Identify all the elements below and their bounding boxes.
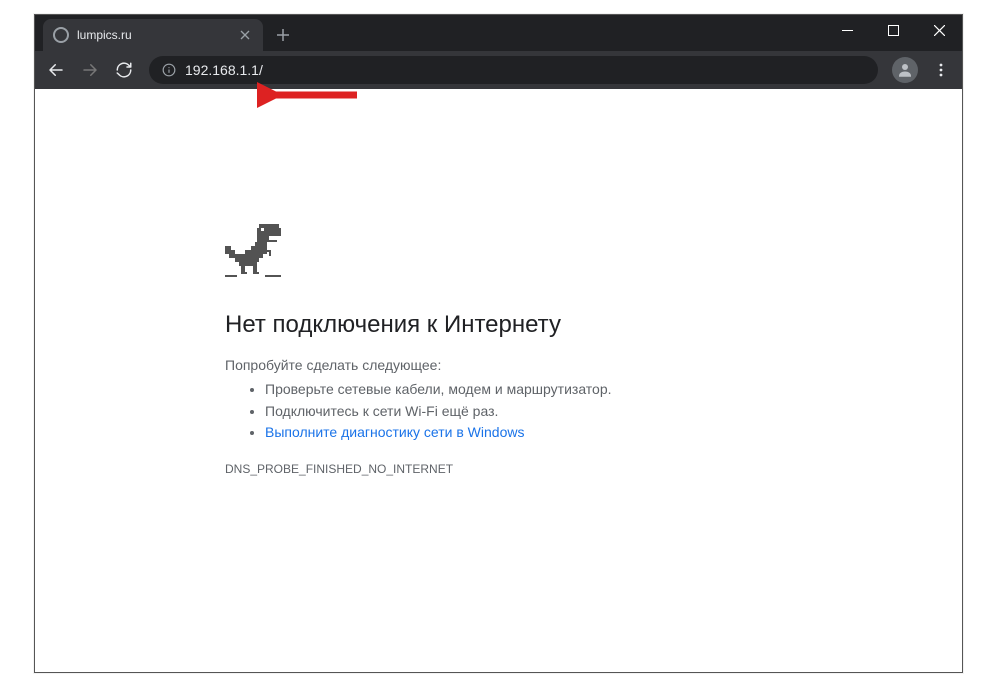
- reload-button[interactable]: [109, 55, 139, 85]
- error-page: Нет подключения к Интернету Попробуйте с…: [225, 224, 765, 476]
- forward-button[interactable]: [75, 55, 105, 85]
- window-controls: [824, 15, 962, 45]
- url-text: 192.168.1.1/: [185, 62, 263, 78]
- close-tab-icon[interactable]: [237, 27, 253, 43]
- globe-icon: [53, 27, 69, 43]
- page-content: Нет подключения к Интернету Попробуйте с…: [35, 89, 962, 672]
- menu-button[interactable]: [926, 55, 956, 85]
- error-code: DNS_PROBE_FINISHED_NO_INTERNET: [225, 462, 765, 476]
- error-title: Нет подключения к Интернету: [225, 311, 765, 339]
- diagnostics-link[interactable]: Выполните диагностику сети в Windows: [265, 424, 524, 440]
- error-suggestions: Проверьте сетевые кабели, модем и маршру…: [225, 379, 765, 444]
- tab-title: lumpics.ru: [77, 28, 229, 42]
- list-item: Выполните диагностику сети в Windows: [265, 422, 765, 444]
- new-tab-button[interactable]: [269, 21, 297, 49]
- back-button[interactable]: [41, 55, 71, 85]
- dino-icon[interactable]: [225, 224, 765, 283]
- list-item: Подключитесь к сети Wi-Fi ещё раз.: [265, 401, 765, 423]
- list-item: Проверьте сетевые кабели, модем и маршру…: [265, 379, 765, 401]
- close-window-button[interactable]: [916, 15, 962, 45]
- profile-avatar[interactable]: [892, 57, 918, 83]
- browser-tab[interactable]: lumpics.ru: [43, 19, 263, 51]
- site-info-icon[interactable]: [161, 62, 177, 78]
- maximize-button[interactable]: [870, 15, 916, 45]
- browser-window: lumpics.ru: [34, 14, 963, 673]
- titlebar: lumpics.ru: [35, 15, 962, 51]
- address-bar[interactable]: 192.168.1.1/: [149, 56, 878, 84]
- error-subtitle: Попробуйте сделать следующее:: [225, 357, 765, 373]
- minimize-button[interactable]: [824, 15, 870, 45]
- toolbar: 192.168.1.1/: [35, 51, 962, 89]
